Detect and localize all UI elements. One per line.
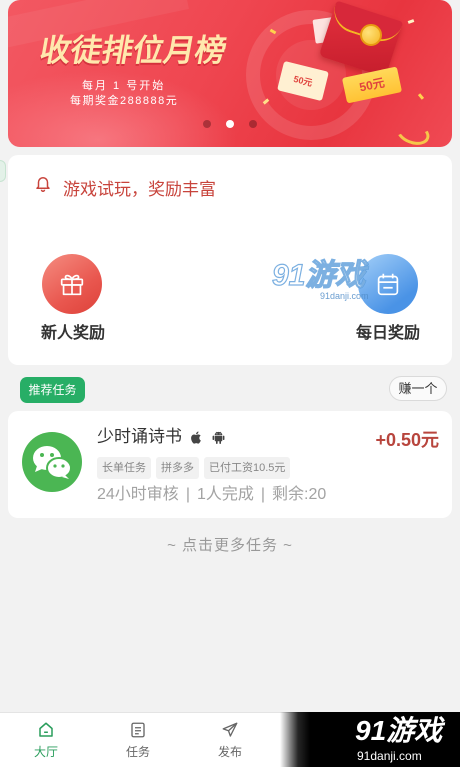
task-tags: 长单任务 拼多多 已付工资10.5元 [97,457,291,479]
daily-reward-label[interactable]: 每日奖励 [348,324,428,344]
task-list-icon [131,722,145,738]
tab-label: 大厅 [33,745,58,759]
task-completed-count: 1人完成 [196,486,254,503]
earn-one-button[interactable]: 赚一个 [389,376,447,401]
send-icon [222,722,238,737]
watermark-brand: 91游戏 [355,715,443,746]
confetti [417,93,425,100]
new-user-reward-label[interactable]: 新人奖励 [33,324,113,344]
new-user-reward-button[interactable] [42,254,102,314]
tab-tasks[interactable]: 任务 [92,713,184,767]
calendar-icon [377,273,399,296]
floating-edge-tab[interactable] [0,160,6,182]
task-reward-amount: +0.50元 [375,430,439,450]
carousel-dot[interactable] [226,120,234,128]
task-remaining-count: 剩余:20 [272,486,327,503]
carousel-dots [8,120,452,128]
confetti [407,19,415,24]
banner-title: 收徒排位月榜 [37,33,230,68]
task-title-row: 少时诵诗书 [97,426,226,448]
more-tasks-link[interactable]: ~ 点击更多任务 ~ [0,536,460,556]
task-title: 少时诵诗书 [97,427,182,446]
tab-label: 发布 [217,745,242,759]
apple-icon [191,431,201,444]
task-review-time: 24小时审核 [97,486,179,503]
bell-icon [36,177,50,192]
stats-separator: | [185,486,190,503]
watermark-box: 91游戏 91danji.com [280,712,460,767]
task-tag: 拼多多 [156,457,199,479]
task-stats: 24小时审核 | 1人完成 | 剩余:20 [97,484,326,506]
tab-lobby[interactable]: 大厅 [0,713,92,767]
task-tag: 已付工资10.5元 [204,457,291,479]
stats-separator: | [260,486,266,503]
carousel-dot[interactable] [249,120,257,128]
banner-prize-note: 每期奖金288888元 [70,95,179,107]
home-icon [39,722,53,737]
tab-publish[interactable]: 发布 [184,713,276,767]
rewards-card: 游戏试玩，奖励丰富 新人奖励 每日奖励 91游戏 91danji.com [8,155,452,365]
tab-label: 任务 [125,745,150,759]
wechat-icon [22,432,82,492]
task-tag: 长单任务 [97,457,151,479]
notice-ticker-text[interactable]: 游戏试玩，奖励丰富 [63,179,216,201]
recommended-tasks-label: 推荐任务 [20,377,85,403]
gift-icon [60,274,84,296]
gold-coin-illustration [360,24,382,46]
watermark-brand: 91游戏 [271,258,366,292]
watermark-site: 91danji.com [357,749,422,763]
watermark-site: 91danji.com [320,291,369,301]
promo-banner[interactable]: 收徒排位月榜 每月 1 号开始 每期奖金288888元 50元 50元 [8,0,452,147]
daily-reward-button[interactable] [358,254,418,314]
android-icon [212,431,225,444]
task-card[interactable]: 少时诵诗书 +0.50元 长单任务 拼多多 已付工资10.5元 24小时审核 | 1… [8,411,452,518]
carousel-dot[interactable] [203,120,211,128]
banner-start-note: 每月 1 号开始 [82,80,166,92]
